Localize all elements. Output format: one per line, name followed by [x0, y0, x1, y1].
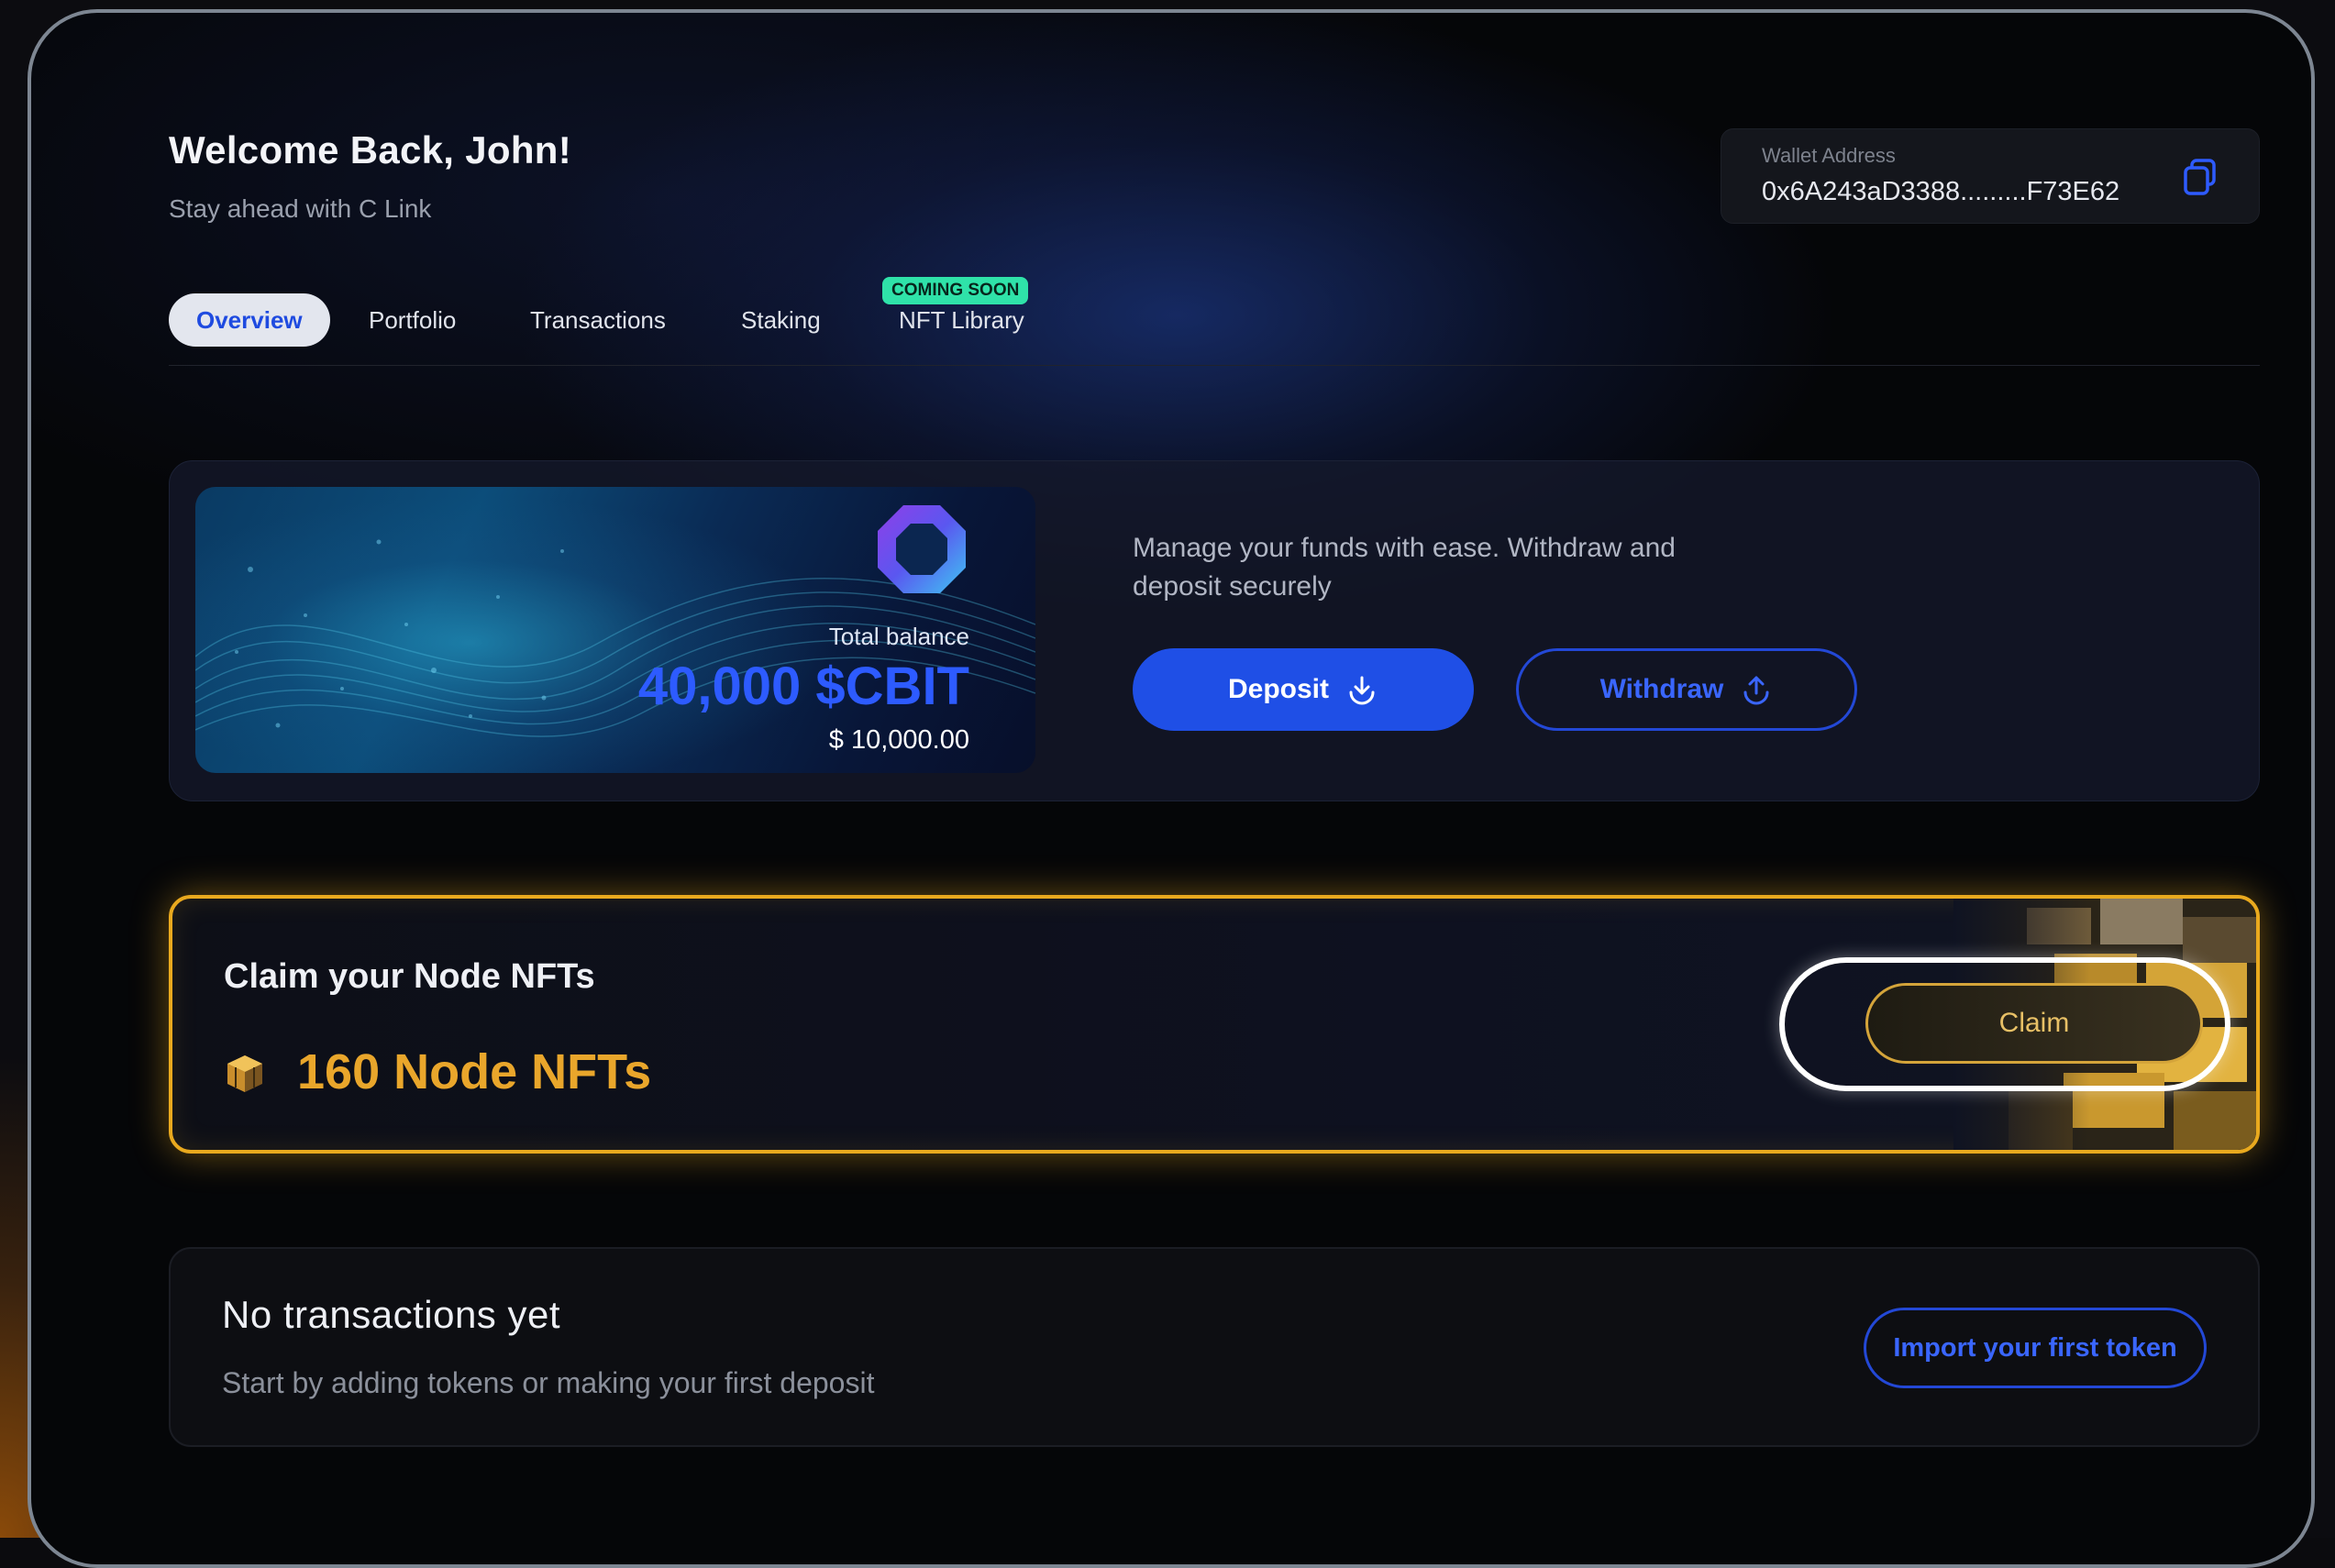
total-balance-label: Total balance: [828, 623, 969, 650]
download-icon: [1349, 676, 1375, 705]
coming-soon-badge: COMING SOON: [882, 277, 1029, 304]
total-balance-amount: 40,000 $CBIT: [637, 657, 969, 716]
copy-icon[interactable]: [2180, 157, 2220, 197]
tab-bar: Overview Portfolio Transactions Staking …: [169, 288, 2260, 347]
upload-icon: [1743, 676, 1769, 705]
wallet-address-value: 0x6A243aD3388.........F73E62: [1762, 177, 2120, 206]
octagon-logo-icon: [878, 505, 966, 593]
transactions-empty-panel: No transactions yet Start by adding toke…: [169, 1247, 2260, 1447]
tab-divider: [169, 365, 2260, 366]
claim-button[interactable]: Claim: [1865, 983, 2203, 1064]
nft-count: 160 Node NFTs: [297, 1044, 652, 1099]
tab-transactions[interactable]: Transactions: [503, 293, 693, 347]
tab-staking[interactable]: Staking: [714, 293, 848, 347]
claim-nft-panel: Claim your Node NFTs 160 Node NFTs Claim: [169, 895, 2260, 1154]
tab-overview[interactable]: Overview: [169, 293, 330, 347]
nft-box-icon: [227, 1055, 262, 1092]
import-token-button[interactable]: Import your first token: [1864, 1308, 2207, 1388]
withdraw-button-label: Withdraw: [1599, 674, 1724, 704]
wallet-address-box: Wallet Address 0x6A243aD3388.........F73…: [1721, 128, 2260, 224]
device-frame: Welcome Back, John! Stay ahead with C Li…: [28, 9, 2315, 1568]
withdraw-button[interactable]: Withdraw: [1516, 648, 1857, 731]
claim-title: Claim your Node NFTs: [224, 957, 595, 996]
page-title: Welcome Back, John!: [169, 128, 572, 171]
page-subtitle: Stay ahead with C Link: [169, 194, 432, 223]
balance-panel: Total balance 40,000 $CBIT $ 10,000.00 M…: [169, 460, 2260, 801]
tab-portfolio[interactable]: Portfolio: [341, 293, 483, 347]
deposit-button-label: Deposit: [1227, 674, 1329, 704]
total-balance-usd: $ 10,000.00: [828, 725, 969, 755]
balance-card: Total balance 40,000 $CBIT $ 10,000.00: [195, 487, 1035, 773]
empty-transactions-subtitle: Start by adding tokens or making your fi…: [222, 1366, 875, 1399]
funds-description: Manage your funds with ease. Withdraw an…: [1133, 533, 1676, 602]
deposit-button[interactable]: Deposit: [1133, 648, 1474, 731]
wallet-address-label: Wallet Address: [1762, 144, 1896, 167]
empty-transactions-title: No transactions yet: [222, 1293, 561, 1336]
